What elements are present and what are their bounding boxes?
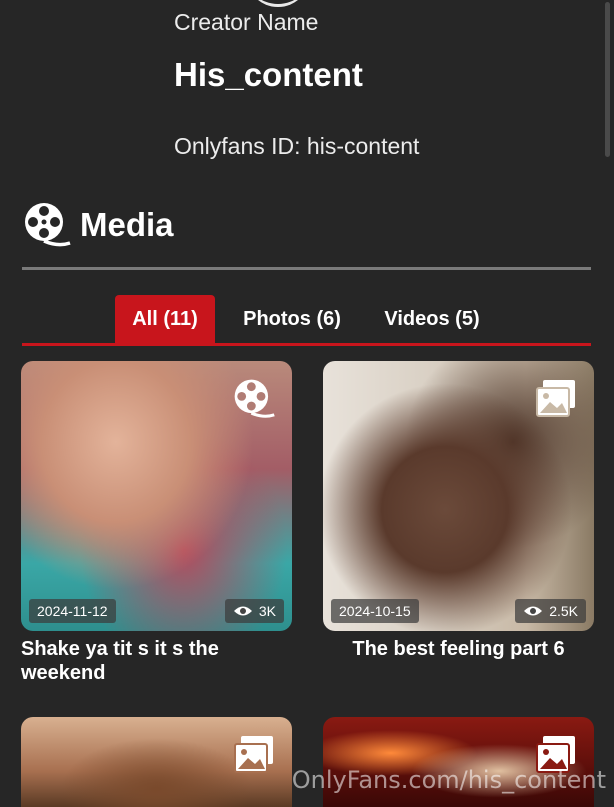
media-tabs: All (11) Photos (6) Videos (5) — [22, 295, 591, 346]
scrollbar[interactable] — [605, 2, 610, 157]
views-count: 3K — [258, 603, 276, 619]
tab-all[interactable]: All (11) — [115, 295, 215, 343]
views-badge: 3K — [224, 599, 284, 623]
media-title: Media — [80, 206, 174, 243]
avatar[interactable] — [246, 0, 310, 7]
views-badge: 2.5K — [515, 599, 586, 623]
film-reel-icon — [234, 379, 275, 418]
media-section-header: Media — [22, 200, 174, 250]
date-badge: 2024-10-15 — [331, 599, 419, 623]
media-title-text[interactable]: Shake ya tit s it s the weekend — [21, 637, 292, 685]
media-card[interactable] — [21, 717, 292, 807]
tab-videos[interactable]: Videos (5) — [374, 295, 490, 343]
media-thumbnail[interactable]: 2024-10-15 2.5K — [323, 361, 594, 631]
media-title-text[interactable]: The best feeling part 6 — [323, 637, 594, 661]
media-card[interactable]: 2024-10-15 2.5K The best feeling part 6 — [323, 361, 594, 661]
image-icon — [536, 380, 575, 417]
views-count: 2.5K — [549, 603, 578, 619]
film-reel-icon — [25, 203, 71, 247]
date-badge: 2024-11-12 — [29, 599, 116, 623]
media-thumbnail[interactable]: 2024-11-12 3K — [21, 361, 292, 631]
eye-icon — [233, 606, 252, 616]
creator-name: His_content — [174, 56, 363, 93]
onlyfans-id: Onlyfans ID: his-content — [174, 133, 420, 159]
eye-icon — [524, 606, 543, 616]
creator-name-label: Creator Name — [174, 9, 319, 35]
tab-photos[interactable]: Photos (6) — [232, 295, 352, 343]
media-thumbnail[interactable] — [21, 717, 292, 807]
image-icon — [234, 736, 273, 773]
media-card[interactable]: 2024-11-12 3K Shake ya tit s it s the we… — [21, 361, 292, 685]
watermark: OnlyFans.com/his_content — [291, 766, 606, 794]
divider — [22, 267, 591, 270]
